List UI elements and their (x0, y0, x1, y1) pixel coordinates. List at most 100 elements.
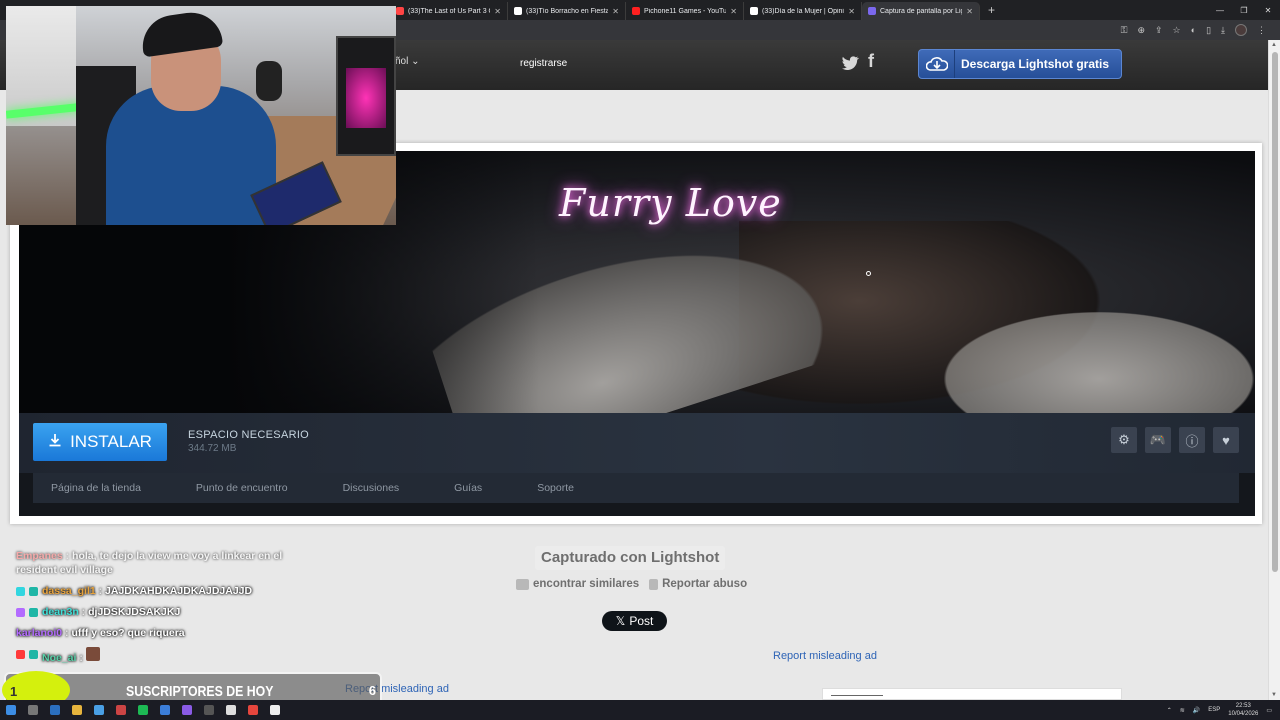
chat-username[interactable]: Empanes (16, 550, 63, 562)
chat-message: Noe_ai : (16, 647, 306, 665)
chat-badge-icon (16, 608, 25, 617)
clock[interactable]: 22:53 10/04/2026 (1228, 702, 1258, 718)
tab-close-icon[interactable]: ✕ (494, 7, 501, 16)
browser-tab[interactable]: (33)Día de la Mujer | Opiniones D ✕ (744, 2, 862, 20)
search-icon[interactable] (28, 705, 38, 715)
download-lightshot-button[interactable]: Descarga Lightshot gratis (918, 49, 1122, 79)
restore-icon[interactable]: ❐ (1232, 6, 1256, 15)
clock-time: 22:53 (1235, 703, 1251, 709)
spotify-icon[interactable] (138, 705, 148, 715)
extension-icon[interactable]: ◐ (1191, 25, 1196, 35)
tab-close-icon[interactable]: ✕ (612, 7, 619, 16)
twitter-icon[interactable] (840, 53, 860, 73)
download-icon[interactable]: ⤓ (1221, 25, 1225, 36)
store-nav-item[interactable]: Punto de encuentro (196, 482, 288, 494)
profile-avatar[interactable] (1235, 24, 1247, 36)
x-logo-icon: 𝕏 (615, 614, 626, 628)
wifi-icon[interactable]: ≋ (1180, 707, 1185, 714)
chat-message: dean3n : djJDSKJDSAKJKJ (16, 605, 306, 619)
chrome-icon[interactable] (270, 705, 280, 715)
subs-goal: 6 (368, 683, 376, 698)
bookmark-star-icon[interactable]: ☆ (1173, 25, 1181, 36)
download-button-label: Descarga Lightshot gratis (961, 57, 1110, 71)
controller-icon[interactable]: 🎮 (1145, 427, 1171, 453)
tray-chevron-icon[interactable]: ⌃ (1167, 707, 1172, 714)
browser-tab[interactable]: Pichone11 Games - YouTube ✕ (626, 2, 744, 20)
app-icon-2[interactable] (160, 705, 170, 715)
app-icon[interactable] (116, 705, 126, 715)
key-icon[interactable]: ⚿ (1121, 25, 1128, 36)
tab-favicon-icon (868, 7, 876, 15)
store-nav: Página de la tienda Punto de encuentro Dis… (33, 473, 1239, 503)
minimize-icon[interactable]: — (1208, 6, 1232, 15)
chat-badge-icon (29, 587, 38, 596)
zoom-icon[interactable]: ⊕ (1137, 25, 1145, 36)
sidebar-icon[interactable]: ▯ (1206, 25, 1211, 36)
browser-tab[interactable]: (33)Tío Borracho en Fiesta de Dic✕ (508, 2, 626, 20)
close-icon[interactable]: ✕ (1256, 6, 1280, 15)
settings-gear-icon[interactable]: ⚙ (1111, 427, 1137, 453)
tab-title: (33)Tío Borracho en Fiesta de Dic (526, 7, 609, 15)
store-nav-item[interactable]: Discusiones (343, 482, 400, 494)
edge-icon[interactable] (94, 705, 104, 715)
obs-icon[interactable] (226, 705, 236, 715)
scroll-down-icon[interactable]: ▼ (1271, 692, 1277, 698)
stream-chat-overlay: Empanes : hola, te dejo la view me voy a… (16, 549, 306, 672)
start-icon[interactable] (6, 705, 16, 715)
webcam-overlay (6, 6, 396, 225)
chat-username[interactable]: Noe_ai (42, 652, 76, 664)
chat-message: karlanoi0 : ufff y eso? que riquera (16, 626, 306, 640)
chat-username[interactable]: karlanoi0 (16, 627, 62, 639)
chat-message: dassa_gil1 : JAJDKAHDKAJDKAJDJAJJD (16, 584, 306, 598)
x-post-button[interactable]: 𝕏 Post (602, 611, 667, 631)
scroll-up-icon[interactable]: ▲ (1271, 42, 1277, 48)
browser-tab[interactable]: (33)The Last of Us Part 3 Official T ✕ (390, 2, 508, 20)
task-view-icon[interactable] (50, 705, 60, 715)
tab-close-icon[interactable]: ✕ (848, 7, 855, 16)
chat-text: hola, te dejo la view me voy a linkear e… (72, 550, 283, 562)
new-tab-button[interactable]: + (980, 3, 1003, 17)
browser-tab[interactable]: Captura de pantalla por Lightshot ✕ (862, 2, 980, 20)
tab-title: Captura de pantalla por Lightshot (880, 7, 962, 15)
cloud-download-icon (919, 50, 955, 78)
find-similar-link[interactable]: encontrar similares (516, 578, 639, 590)
chat-username[interactable]: dean3n (42, 606, 79, 618)
chat-username[interactable]: dassa_gil1 (42, 585, 96, 597)
tab-close-icon[interactable]: ✕ (966, 7, 973, 16)
report-abuse-link[interactable]: Reportar abuso (649, 578, 747, 590)
ad-slot[interactable] (822, 688, 1122, 700)
space-required-value: 344.72 MB (188, 443, 237, 454)
share-icon[interactable]: ⇪ (1155, 25, 1163, 36)
scrollbar-thumb[interactable] (1272, 52, 1278, 572)
app-icon-4[interactable] (248, 705, 258, 715)
store-nav-item[interactable]: Página de la tienda (51, 482, 141, 494)
facebook-icon[interactable]: f (868, 51, 874, 72)
store-nav-item[interactable]: Soporte (537, 482, 574, 494)
image-actions: encontrar similares Reportar abuso (516, 578, 747, 590)
report-abuse-label: Reportar abuso (662, 578, 748, 590)
vertical-scrollbar[interactable]: ▲ ▼ (1268, 40, 1280, 700)
volume-icon[interactable]: 🔊 (1193, 707, 1200, 714)
install-button[interactable]: INSTALAR (33, 423, 167, 461)
heart-icon[interactable]: ♥ (1213, 427, 1239, 453)
app-icon-3[interactable] (204, 705, 214, 715)
report-misleading-ad-link[interactable]: Report misleading ad (773, 650, 877, 662)
language-indicator[interactable]: ESP (1208, 707, 1220, 713)
file-explorer-icon[interactable] (72, 705, 82, 715)
chat-text: JAJDKAHDKAJDKAJDJAJJD (105, 585, 253, 597)
register-link[interactable]: registrarse (512, 53, 575, 75)
camera-icon (516, 578, 529, 590)
find-similar-label: encontrar similares (533, 578, 640, 590)
chat-text-continued: resident evil village (16, 564, 113, 576)
tab-title: (33)The Last of Us Part 3 Official T (408, 7, 490, 15)
chat-badge-icon (16, 587, 25, 596)
tab-close-icon[interactable]: ✕ (730, 7, 737, 16)
menu-dots-icon[interactable]: ⋮ (1257, 25, 1266, 36)
chat-badge-icon (29, 650, 38, 659)
discord-icon[interactable] (182, 705, 192, 715)
language-select[interactable]: ñol ⌄ (395, 56, 420, 67)
info-icon[interactable]: ⓘ (1179, 427, 1205, 453)
store-nav-item[interactable]: Guías (454, 482, 482, 494)
clock-date: 10/04/2026 (1228, 711, 1259, 717)
notifications-icon[interactable]: ▭ (1266, 707, 1272, 714)
